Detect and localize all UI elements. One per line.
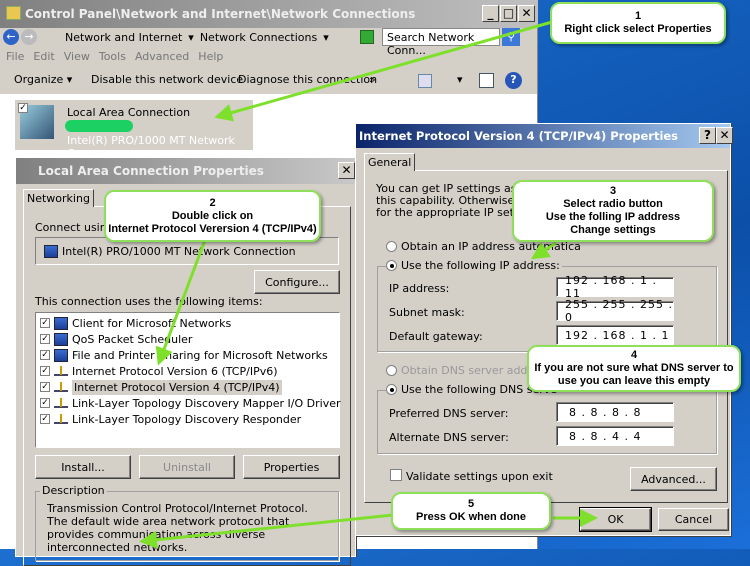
callout-text: Double click on [171, 209, 254, 222]
arrow-2 [155, 239, 207, 366]
callout-text: Use the folling IP address [545, 211, 681, 223]
callout-4: 4 If you are not sure what DNS server to u… [527, 345, 741, 392]
callout-number: 3 [609, 185, 617, 197]
callout-text: Select radio button [563, 198, 663, 210]
arrow-5-description [139, 513, 394, 549]
arrow-1 [214, 20, 553, 122]
callout-number: 4 [630, 349, 638, 361]
callout-2: 2 Double click on Internet Protocol Verers… [104, 190, 321, 242]
callout-text: Change settings [570, 224, 656, 236]
tab-networking[interactable]: Networking [23, 189, 94, 207]
annotation-arrows [139, 20, 598, 549]
callout-number: 5 [467, 498, 475, 510]
callout-text: Internet Protocol Verersion 4 (TCP/IPv4) [108, 222, 317, 235]
callout-5: 5 Press OK when done [391, 492, 551, 530]
callout-3: 3 Select radio button Use the folling IP a… [512, 180, 714, 242]
callout-text: If you are not sure what DNS server to [534, 362, 734, 374]
callout-number: 1 [634, 10, 642, 22]
callout-1: 1 Right click select Properties [550, 2, 726, 44]
tab-general[interactable]: General [364, 153, 416, 171]
arrow-3 [530, 241, 557, 260]
callout-text: Press OK when done [415, 511, 527, 523]
callout-text: Right click select Properties [564, 23, 712, 35]
callout-number: 2 [209, 196, 216, 209]
callout-text: use you can leave this empty [557, 375, 711, 387]
